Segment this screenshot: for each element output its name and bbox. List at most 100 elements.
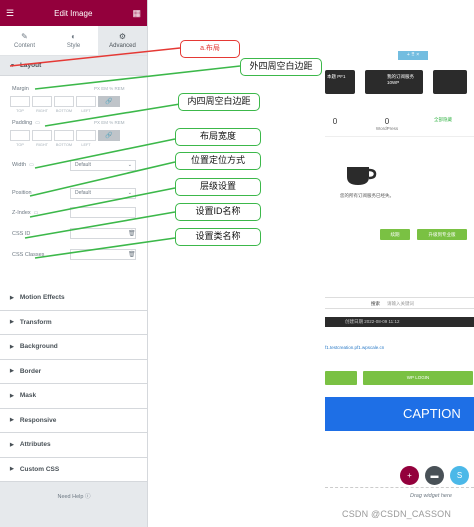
padding-left-input[interactable]: [76, 130, 96, 141]
add-widget-button[interactable]: +: [400, 466, 419, 485]
section-mask[interactable]: ▶ Mask: [0, 384, 147, 409]
folder-icon[interactable]: ▬: [425, 466, 444, 485]
preview-page: + ⠿ × 本题 PF1 我的订阅服务 10WP 0 0 WordPress 全部隐…: [325, 47, 474, 522]
widget-handle[interactable]: + ⠿ ×: [398, 51, 428, 60]
green-button[interactable]: [325, 371, 357, 385]
margin-left-input[interactable]: [76, 96, 96, 107]
gear-icon: ⚙: [118, 32, 127, 41]
margin-top-input[interactable]: [10, 96, 30, 107]
watermark: CSDN @CSDN_CASSON: [342, 509, 452, 519]
caret-right-icon: ▶: [10, 319, 14, 326]
padding-label: Padding ▭: [12, 120, 40, 126]
panel-tabs: ✎ Content ◐ Style ⚙ Advanced: [0, 26, 147, 56]
section-responsive[interactable]: ▶ Responsive: [0, 408, 147, 433]
pencil-icon: ✎: [21, 32, 28, 41]
zindex-input[interactable]: [70, 207, 136, 218]
stat-1: 0: [332, 117, 338, 126]
wp-login-button[interactable]: WP LOGIN: [363, 371, 473, 385]
position-select[interactable]: Default ⌄: [70, 188, 136, 199]
margin-inputs: 🔗: [10, 96, 120, 107]
tab-advanced[interactable]: ⚙ Advanced: [98, 26, 147, 55]
width-label: Width ▭: [12, 162, 34, 168]
callout-cssid: 设置ID名称: [175, 203, 261, 221]
section-border[interactable]: ▶ Border: [0, 359, 147, 384]
cssid-input[interactable]: [70, 228, 136, 239]
caret-right-icon: ▶: [10, 466, 14, 473]
callout-cssclasses: 设置类名称: [175, 228, 261, 246]
callout-padding: 内四周空白边距: [178, 93, 260, 111]
site-url-link[interactable]: f1.testcreation.pf1.wpscale.cn: [325, 345, 384, 350]
trash-icon[interactable]: 🗑: [128, 230, 136, 237]
monitor-icon[interactable]: ▭: [35, 120, 40, 126]
padding-inputs: 🔗: [10, 130, 120, 141]
login-button-row: WP LOGIN: [325, 371, 474, 385]
padding-units[interactable]: PX EM % REM: [94, 120, 125, 125]
trash-icon[interactable]: 🗑: [128, 251, 136, 258]
caption-banner: CAPTION: [325, 397, 474, 431]
section-motion-effects[interactable]: ▶ Motion Effects: [0, 286, 147, 311]
caret-right-icon: ▶: [10, 417, 14, 424]
margin-units[interactable]: PX EM % REM: [94, 86, 125, 91]
date-row: 创建日期 2022-08-09 11:12: [325, 317, 474, 327]
tab-content[interactable]: ✎ Content: [0, 26, 49, 55]
callout-width: 布局宽度: [175, 128, 261, 146]
margin-dimension-labels: TOP RIGHT BOTTOM LEFT: [16, 109, 91, 113]
template-kit-icon[interactable]: S: [450, 466, 469, 485]
caret-right-icon: ▶: [10, 294, 14, 301]
stats-row: 0 0 WordPress 全部隐藏: [325, 117, 474, 137]
card-subscription-sub: 10WP: [387, 80, 400, 85]
chevron-down-icon: ⌄: [127, 190, 132, 196]
monitor-icon[interactable]: ▭: [29, 162, 34, 168]
position-label: Position: [12, 190, 32, 196]
empty-state-text: 您的所有订阅服务已经失。: [340, 193, 394, 198]
section-background[interactable]: ▶ Background: [0, 335, 147, 360]
collapsed-sections: ▶ Motion Effects ▶ Transform ▶ Background ▶…: [0, 286, 147, 482]
hamburger-menu-icon[interactable]: ☰: [6, 8, 14, 19]
grid-icon[interactable]: ▦: [132, 8, 141, 19]
link-values-icon[interactable]: 🔗: [98, 96, 120, 107]
drop-zone-divider: [325, 487, 474, 488]
stat-2: 0 WordPress: [375, 117, 399, 131]
callout-margin: 外四周空白边距: [240, 58, 322, 76]
zindex-label: Z-Index ▭: [12, 210, 39, 216]
section-transform[interactable]: ▶ Transform: [0, 310, 147, 335]
upgrade-button[interactable]: 升级到专业版: [417, 229, 467, 240]
cssid-label: CSS ID: [12, 231, 31, 237]
half-circle-icon: ◐: [71, 32, 76, 41]
editor-panel: ☰ Edit Image ▦ ✎ Content ◐ Style ⚙ Advanced…: [0, 0, 148, 527]
coffee-cup-icon: [347, 167, 377, 185]
section-layout-header[interactable]: ▼ Layout: [0, 56, 147, 76]
margin-bottom-input[interactable]: [54, 96, 74, 107]
link-values-icon[interactable]: 🔗: [98, 130, 120, 141]
card-subscription: 我的订阅服务 10WP: [365, 70, 423, 94]
padding-right-input[interactable]: [32, 130, 52, 141]
stat-3: 全部隐藏: [434, 117, 452, 122]
cssclasses-input[interactable]: [70, 249, 136, 260]
card-plan: 本题 PF1: [325, 70, 355, 94]
card-extra: [433, 70, 467, 94]
renew-button[interactable]: 续期: [380, 229, 410, 240]
caret-down-icon: ▼: [10, 62, 15, 69]
section-attributes[interactable]: ▶ Attributes: [0, 433, 147, 458]
drag-widget-hint: Drag widget here: [410, 493, 452, 499]
layout-section-body: Margin PX EM % REM 🔗 TOP RIGHT BOTTOM LEFT …: [0, 76, 147, 286]
caret-right-icon: ▶: [10, 392, 14, 399]
padding-top-input[interactable]: [10, 130, 30, 141]
caret-right-icon: ▶: [10, 343, 14, 350]
padding-dimension-labels: TOP RIGHT BOTTOM LEFT: [16, 143, 91, 147]
need-help-link[interactable]: Need Help ⓘ: [0, 492, 148, 500]
section-custom-css[interactable]: ▶ Custom CSS: [0, 457, 147, 482]
help-circle-icon: ⓘ: [85, 494, 91, 500]
callout-zindex: 层级设置: [175, 178, 261, 196]
tab-style[interactable]: ◐ Style: [49, 26, 98, 55]
margin-right-input[interactable]: [32, 96, 52, 107]
width-select[interactable]: Default ⌄: [70, 160, 136, 171]
margin-label: Margin: [12, 86, 29, 92]
callout-layout: a.布局: [180, 40, 240, 58]
monitor-icon[interactable]: ▭: [34, 210, 39, 216]
panel-header: ☰ Edit Image ▦: [0, 0, 147, 26]
panel-title: Edit Image: [54, 8, 93, 18]
padding-bottom-input[interactable]: [54, 130, 74, 141]
search-row: 搜索 请输入关键词: [325, 297, 474, 309]
search-input[interactable]: 请输入关键词: [387, 301, 414, 307]
